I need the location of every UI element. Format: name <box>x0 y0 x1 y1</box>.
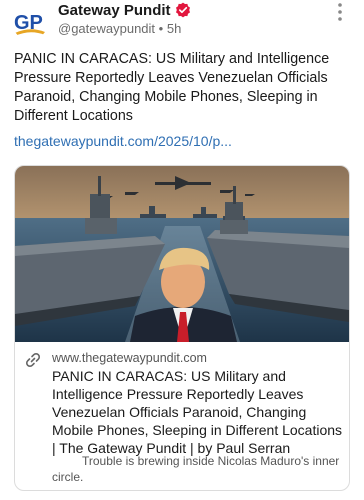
post-link[interactable]: thegatewaypundit.com/2025/10/p... <box>14 133 232 149</box>
post-header: GP Gateway Pundit @gatewaypundit • 5h <box>12 0 352 42</box>
link-preview-card[interactable]: www.thegatewaypundit.com PANIC IN CARACA… <box>14 165 350 491</box>
author-name[interactable]: Gateway Pundit <box>58 2 171 19</box>
post-body: PANIC IN CARACAS: US Military and Intell… <box>14 51 330 124</box>
more-options-icon[interactable] <box>328 0 352 24</box>
gateway-pundit-logo: GP <box>12 4 48 40</box>
verified-badge-icon <box>175 2 191 22</box>
meta-separator: • <box>158 21 164 36</box>
card-description: Trouble is brewing inside Nicolas Maduro… <box>52 454 340 484</box>
avatar[interactable]: GP <box>12 4 48 40</box>
link-icon <box>24 351 42 369</box>
card-meta: www.thegatewaypundit.com PANIC IN CARACA… <box>15 342 349 490</box>
card-image <box>15 166 349 342</box>
post-time: 5h <box>166 21 182 36</box>
card-domain: www.thegatewaypundit.com <box>52 351 207 365</box>
card-title[interactable]: PANIC IN CARACAS: US Military and Intell… <box>52 367 344 457</box>
author-handle[interactable]: @gatewaypundit <box>58 21 155 36</box>
card-image-illustration <box>15 166 349 342</box>
